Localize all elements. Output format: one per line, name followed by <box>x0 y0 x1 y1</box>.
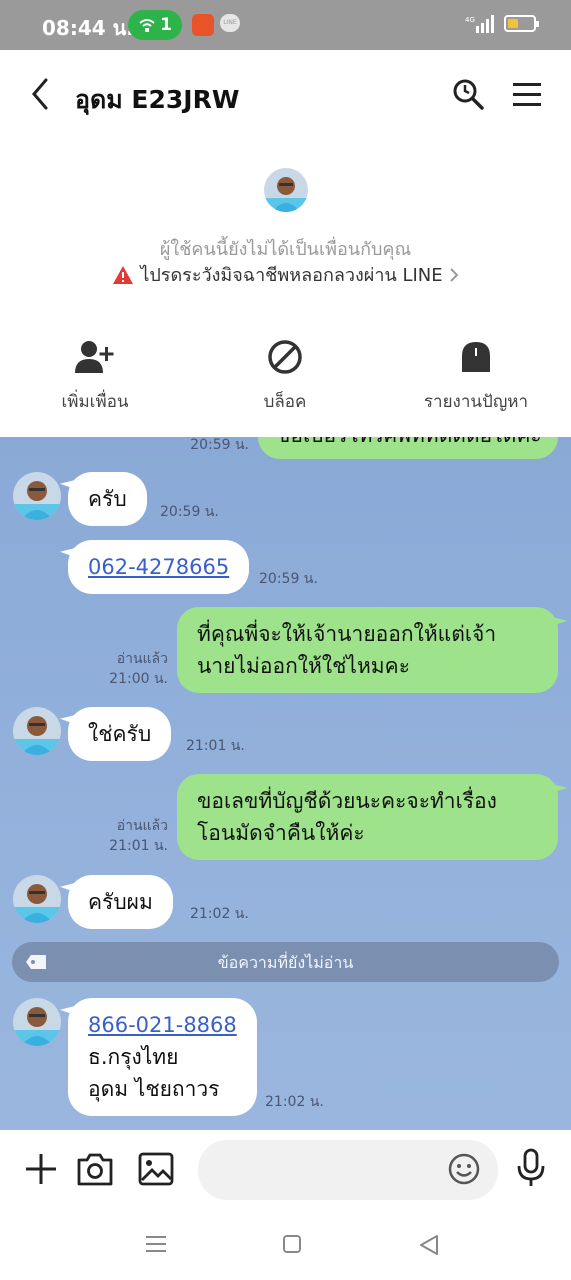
message-text-line: โอนมัดจำคืนให้ค่ะ <box>197 821 365 845</box>
unread-divider: ข้อความที่ยังไม่อ่าน <box>12 942 559 982</box>
search-icon[interactable] <box>450 76 486 112</box>
account-number-link[interactable]: 866-021-8868 <box>88 1013 237 1037</box>
message-text-line: นายไม่ออกให้ใช่ไหมคะ <box>197 654 410 678</box>
plus-icon[interactable] <box>22 1150 60 1188</box>
avatar[interactable] <box>13 707 61 755</box>
message-time: 21:01 น. <box>186 738 245 754</box>
report-label: รายงานปัญหา <box>423 392 529 412</box>
add-friend-button[interactable]: เพิ่มเพื่อน <box>0 336 190 415</box>
emoji-icon[interactable] <box>448 1153 480 1185</box>
block-icon <box>268 340 302 374</box>
status-bar: 08:44 น. 1 LINE 4G <box>0 0 571 50</box>
add-friend-label: เพิ่มเพื่อน <box>61 392 129 412</box>
back-triangle-icon[interactable] <box>418 1234 440 1256</box>
avatar[interactable] <box>13 875 61 923</box>
add-friend-icon <box>75 341 114 373</box>
block-button[interactable]: บล็อค <box>190 336 380 415</box>
phone-link[interactable]: 062-4278665 <box>88 555 229 579</box>
unread-label: ข้อความที่ยังไม่อ่าน <box>217 953 354 972</box>
message-input-bar <box>0 1130 571 1210</box>
network-label: 4G <box>465 16 475 24</box>
profile-avatar[interactable] <box>264 168 308 212</box>
incoming-message[interactable]: ครับ <box>68 472 147 526</box>
profile-section: ผู้ใช้คนนี้ยังไม่ได้เป็นเพื่อนกับคุณ ไปร… <box>0 140 571 440</box>
outgoing-message[interactable]: ที่คุณพี่จะให้เจ้านายออกให้แต่เจ้า นายไม… <box>177 607 558 693</box>
notification-app-icon <box>192 14 214 36</box>
profile-actions: เพิ่มเพื่อน บล็อค รายงานปัญหา <box>0 336 571 416</box>
chat-header: อุดม E23JRW <box>0 50 571 140</box>
message-time: 21:02 น. <box>190 906 249 922</box>
outgoing-message[interactable]: ขอเลขที่บัญชีด้วยนะคะจะทำเรื่อง โอนมัดจำ… <box>177 774 558 860</box>
chat-area[interactable]: 20:59 น. ขอเบอร์โทรศัพท์ที่ติดต่อได้คะ ค… <box>0 437 571 1130</box>
warning-icon <box>113 265 134 284</box>
recent-apps-icon[interactable] <box>145 1234 167 1254</box>
warning-text: ไปรดระวังมิจฉาชีพหลอกลวงผ่าน LINE <box>140 265 443 286</box>
message-text: ใช่ครับ <box>88 722 152 746</box>
read-receipt: อ่านแล้ว <box>116 818 168 834</box>
block-label: บล็อค <box>263 392 307 412</box>
chat-title: อุดม E23JRW <box>75 85 240 114</box>
signal-icon: 4G <box>465 15 494 33</box>
message-text: ครับ <box>88 487 127 511</box>
read-receipt: อ่านแล้ว <box>116 651 168 667</box>
gallery-icon[interactable] <box>137 1150 175 1188</box>
system-nav-bar <box>0 1210 571 1280</box>
wifi-hotspot-indicator: 1 <box>128 10 182 40</box>
menu-icon[interactable] <box>510 78 544 110</box>
scam-warning[interactable]: ไปรดระวังมิจฉาชีพหลอกลวงผ่าน LINE <box>0 260 571 289</box>
message-time: 21:00 น. <box>109 671 168 687</box>
incoming-message[interactable]: 062-4278665 <box>68 540 250 594</box>
incoming-message[interactable]: 866-021-8868 ธ.กรุงไทย อุดม ไชยถาวร <box>68 998 257 1116</box>
battery-icon <box>504 15 539 32</box>
message-text: ขอเบอร์โทรศัพท์ที่ติดต่อได้คะ <box>276 437 542 447</box>
message-time: 20:59 น. <box>190 437 249 453</box>
home-icon[interactable] <box>282 1234 302 1254</box>
line-notification-icon: LINE <box>220 14 240 32</box>
message-time: 20:59 น. <box>259 571 318 587</box>
not-friend-notice: ผู้ใช้คนนี้ยังไม่ได้เป็นเพื่อนกับคุณ <box>159 239 412 260</box>
report-icon <box>462 342 490 372</box>
message-text-line: อุดม ไชยถาวร <box>88 1077 220 1101</box>
wifi-count: 1 <box>160 15 172 35</box>
incoming-message[interactable]: ครับผม <box>68 875 173 929</box>
back-icon[interactable] <box>26 76 56 112</box>
message-text-line: ขอเลขที่บัญชีด้วยนะคะจะทำเรื่อง <box>197 789 497 813</box>
avatar[interactable] <box>13 998 61 1046</box>
incoming-message[interactable]: ใช่ครับ <box>68 707 172 761</box>
status-time: 08:44 น. <box>42 16 134 40</box>
microphone-icon[interactable] <box>515 1148 547 1188</box>
message-text-line: ธ.กรุงไทย <box>88 1045 179 1069</box>
chevron-right-icon <box>449 267 459 282</box>
message-text: ครับผม <box>88 890 153 914</box>
message-time: 21:02 น. <box>265 1094 324 1110</box>
message-text-line: ที่คุณพี่จะให้เจ้านายออกให้แต่เจ้า <box>197 622 497 646</box>
avatar[interactable] <box>13 472 61 520</box>
report-button[interactable]: รายงานปัญหา <box>381 336 571 415</box>
message-time: 20:59 น. <box>160 504 219 520</box>
camera-icon[interactable] <box>76 1150 114 1188</box>
outgoing-message[interactable]: ขอเบอร์โทรศัพท์ที่ติดต่อได้คะ <box>258 437 558 459</box>
message-time: 21:01 น. <box>109 838 168 854</box>
wifi-icon <box>139 19 155 32</box>
